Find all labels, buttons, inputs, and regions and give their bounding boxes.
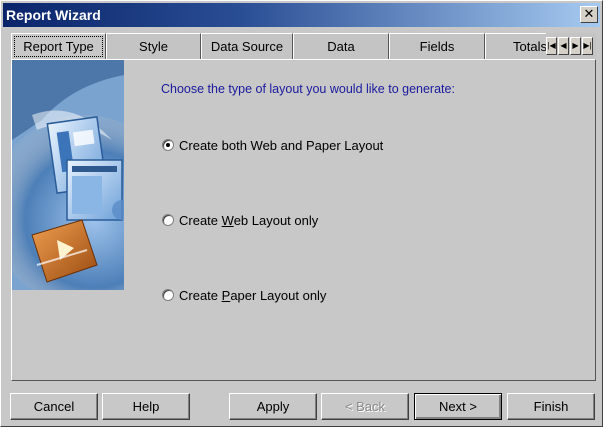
tab-fields[interactable]: Fields [389,33,485,60]
next-button[interactable]: Next > [414,393,502,420]
tab-scroll-last-button[interactable]: ▶| [582,37,593,55]
tab-style[interactable]: Style [106,33,201,60]
tab-data-source[interactable]: Data Source [201,33,293,60]
layout-prompt: Choose the type of layout you would like… [161,82,455,96]
option-paper-layout[interactable]: Create Paper Layout only [162,286,326,304]
tab-scroll-first-button[interactable]: |◀ [546,37,557,55]
help-button[interactable]: Help [102,393,190,420]
close-button[interactable]: ✕ [580,6,598,23]
option-paper-layout-label[interactable]: Create Paper Layout only [179,288,326,303]
option-both-layouts[interactable]: Create both Web and Paper Layout [162,136,383,154]
title-bar[interactable]: Report Wizard ✕ [3,3,600,27]
apply-button[interactable]: Apply [229,393,317,420]
option-web-layout-label[interactable]: Create Web Layout only [179,213,318,228]
tab-data[interactable]: Data [293,33,389,60]
report-wizard-window: Report Wizard ✕ Report Type Style Data S… [0,0,603,427]
tab-scroll-controls: |◀ ◀ ▶ ▶| [546,33,596,60]
tab-scroll-prev-button[interactable]: ◀ [558,37,569,55]
wizard-illustration [12,60,124,310]
tab-scroll-next-button[interactable]: ▶ [570,37,581,55]
radio-both-layouts[interactable] [162,139,174,151]
option-web-layout[interactable]: Create Web Layout only [162,211,318,229]
option-both-layouts-label[interactable]: Create both Web and Paper Layout [179,138,383,153]
window-title: Report Wizard [6,7,101,23]
cancel-button[interactable]: Cancel [10,393,98,420]
back-button[interactable]: < Back [321,393,409,420]
radio-paper-layout[interactable] [162,289,174,301]
tab-report-type[interactable]: Report Type [11,33,106,60]
finish-button[interactable]: Finish [507,393,595,420]
wizard-tabs: Report Type Style Data Source Data Field… [11,33,596,60]
tab-content-panel: Choose the type of layout you would like… [11,59,596,381]
radio-web-layout[interactable] [162,214,174,226]
